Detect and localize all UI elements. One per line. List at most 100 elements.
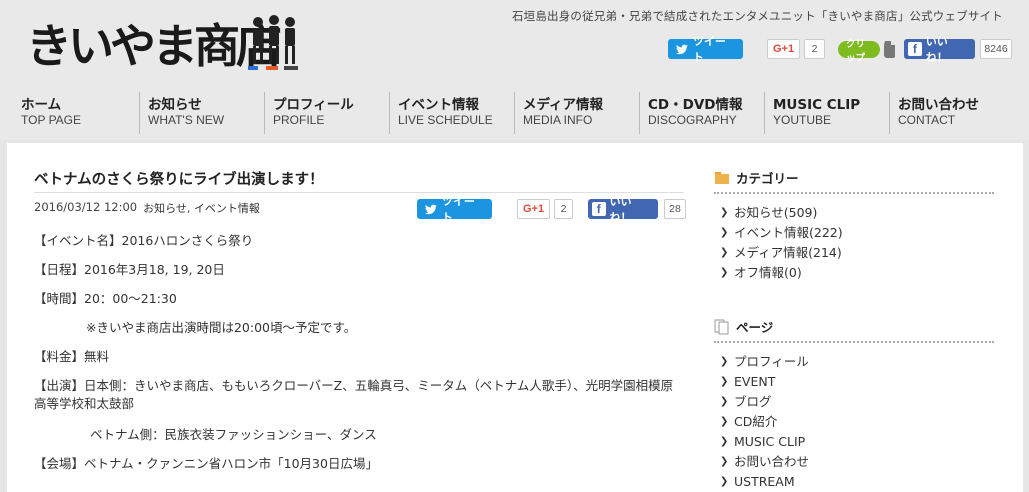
nav-item-news[interactable]: お知らせ WHAT'S NEW	[139, 92, 264, 134]
nav-item-label-en: LIVE SCHEDULE	[398, 113, 493, 127]
nav-item-label-jp: お問い合わせ	[898, 97, 979, 113]
chevron-right-icon: ❯	[720, 207, 729, 218]
sidebar-page-item[interactable]: ❯ お問い合わせ	[720, 452, 809, 472]
twitter-bird-icon	[676, 44, 688, 54]
post-facebook-like-button[interactable]: f いいね！	[588, 195, 658, 224]
nav-item-label-en: TOP PAGE	[21, 113, 82, 127]
nav-item-music-clip[interactable]: MUSIC CLIP YOUTUBE	[764, 92, 889, 134]
nav-item-profile[interactable]: プロフィール PROFILE	[264, 92, 389, 134]
pages-icon	[714, 319, 729, 334]
post-gplus-button[interactable]: G+1	[517, 199, 550, 219]
event-performers-vn-line: ベトナム側：民族衣装ファッションショー、ダンス	[90, 427, 377, 442]
nav-item-contact[interactable]: お問い合わせ CONTACT	[889, 92, 1014, 134]
nav-item-label-en: PROFILE	[273, 113, 325, 127]
sidebar-page-item[interactable]: ❯ プロフィール	[720, 352, 809, 372]
header-tweet-button[interactable]: ツイート	[668, 36, 743, 64]
post-category-link[interactable]: イベント情報	[194, 202, 260, 215]
event-time-line: 【時間】20：00～21:30	[34, 291, 177, 306]
sidebar-pages-title: ページ	[736, 320, 774, 335]
sidebar-divider	[714, 341, 994, 343]
sidebar-page-label: ブログ	[734, 394, 772, 409]
sidebar-category-item[interactable]: ❯ メディア情報(214)	[720, 243, 843, 263]
gplus-label: G+1	[773, 43, 795, 55]
sidebar-categories-title: カテゴリー	[736, 171, 799, 186]
nav-item-media[interactable]: メディア情報 MEDIA INFO	[514, 92, 639, 134]
sidebar-category-item[interactable]: ❯ オフ情報(0)	[720, 263, 843, 283]
site-header: きいやま商店 石垣島出身の従兄弟・兄弟で結成されたエンタメユニット「きいやま商店…	[0, 0, 1029, 140]
sidebar-page-label: お問い合わせ	[734, 454, 810, 469]
chevron-right-icon: ❯	[720, 376, 729, 387]
event-fee-line: 【料金】無料	[34, 349, 110, 364]
facebook-icon: f	[908, 42, 922, 56]
nav-item-home[interactable]: ホーム TOP PAGE	[21, 92, 139, 134]
nav-item-label-jp: メディア情報	[523, 97, 604, 113]
chevron-right-icon: ❯	[720, 416, 729, 427]
sidebar-page-item[interactable]: ❯ EVENT	[720, 372, 809, 392]
nav-item-label-jp: お知らせ	[148, 97, 202, 113]
nav-item-label-en: CONTACT	[898, 113, 956, 127]
post-meta: 2016/03/12 12:00 お知らせ, イベント情報	[34, 200, 260, 216]
event-performers-line: 【出演】日本側：きいやま商店、ももいろクローバーZ、五輪真弓、ミータム（ベトナム…	[34, 378, 674, 411]
post-category-link[interactable]: お知らせ	[143, 202, 187, 215]
main-nav: ホーム TOP PAGE お知らせ WHAT'S NEW プロフィール PROF…	[0, 92, 1029, 134]
nav-item-discography[interactable]: CD・DVD情報 DISCOGRAPHY	[639, 92, 764, 134]
nav-item-label-jp: イベント情報	[398, 97, 479, 113]
chevron-right-icon: ❯	[720, 227, 729, 238]
nav-item-label-jp: CD・DVD情報	[648, 97, 743, 113]
logo-graphic: きいやま商店	[26, 15, 298, 73]
category-separator: ,	[186, 202, 191, 215]
sidebar-category-label: お知らせ(509)	[734, 205, 818, 220]
event-time-note: ※きいやま商店出演時間は20:00頃～予定です。	[86, 320, 357, 335]
sidebar-page-label: CD紹介	[734, 414, 778, 429]
post-title: ベトナムのさくら祭りにライブ出演します！	[34, 172, 324, 188]
evernote-icon[interactable]	[882, 40, 896, 58]
sidebar-divider	[714, 192, 994, 194]
sidebar-page-item[interactable]: ❯ ブログ	[720, 392, 809, 412]
nav-item-label-en: MEDIA INFO	[523, 113, 593, 127]
chevron-right-icon: ❯	[720, 247, 729, 258]
fb-like-label: いいね！	[609, 195, 632, 224]
sidebar-page-list: ❯ プロフィール ❯ EVENT ❯ ブログ ❯ CD紹介 ❯ MUSIC CLIP ❯ お…	[720, 352, 809, 492]
post-gplus-count: 2	[554, 199, 573, 219]
folder-icon	[715, 171, 729, 184]
sidebar-page-label: EVENT	[734, 374, 776, 389]
sidebar-page-label: MUSIC CLIP	[734, 434, 806, 449]
nav-item-events[interactable]: イベント情報 LIVE SCHEDULE	[389, 92, 514, 134]
post-tweet-button[interactable]: ツイート	[417, 196, 492, 224]
nav-item-label-en: DISCOGRAPHY	[648, 113, 737, 127]
sidebar-category-label: イベント情報(222)	[734, 225, 843, 240]
sidebar-category-list: ❯ お知らせ(509) ❯ イベント情報(222) ❯ メディア情報(214) ❯ オフ…	[720, 203, 843, 283]
post-facebook-count: 28	[664, 199, 686, 219]
sidebar-category-item[interactable]: ❯ イベント情報(222)	[720, 223, 843, 243]
sidebar-page-item[interactable]: ❯ MUSIC CLIP	[720, 432, 809, 452]
twitter-bird-icon	[425, 204, 437, 214]
header-gplus-count: 2	[804, 39, 825, 59]
chevron-right-icon: ❯	[720, 456, 729, 467]
sidebar-categories-heading: カテゴリー	[714, 168, 994, 187]
sidebar-category-item[interactable]: ❯ お知らせ(509)	[720, 203, 843, 223]
chevron-right-icon: ❯	[720, 267, 729, 278]
sidebar-page-item[interactable]: ❯ CD紹介	[720, 412, 809, 432]
header-clip-button[interactable]: クリップ	[838, 39, 880, 64]
nav-item-label-en: YOUTUBE	[773, 113, 832, 127]
tweet-label: ツイート	[692, 36, 726, 64]
sidebar-page-label: USTREAM	[734, 474, 795, 489]
header-gplus-button[interactable]: G+1	[767, 39, 800, 59]
header-facebook-like-button[interactable]: f いいね！	[904, 35, 975, 64]
facebook-icon: f	[592, 202, 606, 216]
tweet-label: ツイート	[441, 196, 475, 224]
post-date: 2016/03/12 12:00	[34, 200, 138, 214]
title-divider	[34, 192, 684, 193]
chevron-right-icon: ❯	[720, 396, 729, 407]
nav-item-label-jp: ホーム	[21, 97, 62, 113]
gplus-label: G+1	[523, 203, 545, 215]
clip-label: クリップ	[846, 38, 866, 64]
sidebar-page-item[interactable]: ❯ USTREAM	[720, 472, 809, 492]
event-name-line: 【イベント名】2016ハロンさくら祭り	[34, 233, 254, 248]
chevron-right-icon: ❯	[720, 436, 729, 447]
site-logo[interactable]: きいやま商店	[22, 8, 312, 80]
site-tagline: 石垣島出身の従兄弟・兄弟で結成されたエンタメユニット「きいやま商店」公式ウェブサ…	[511, 9, 1003, 23]
nav-item-label-jp: プロフィール	[273, 97, 354, 113]
event-dates-line: 【日程】2016年3月18, 19, 20日	[34, 262, 225, 277]
nav-item-label-jp: MUSIC CLIP	[773, 97, 861, 113]
